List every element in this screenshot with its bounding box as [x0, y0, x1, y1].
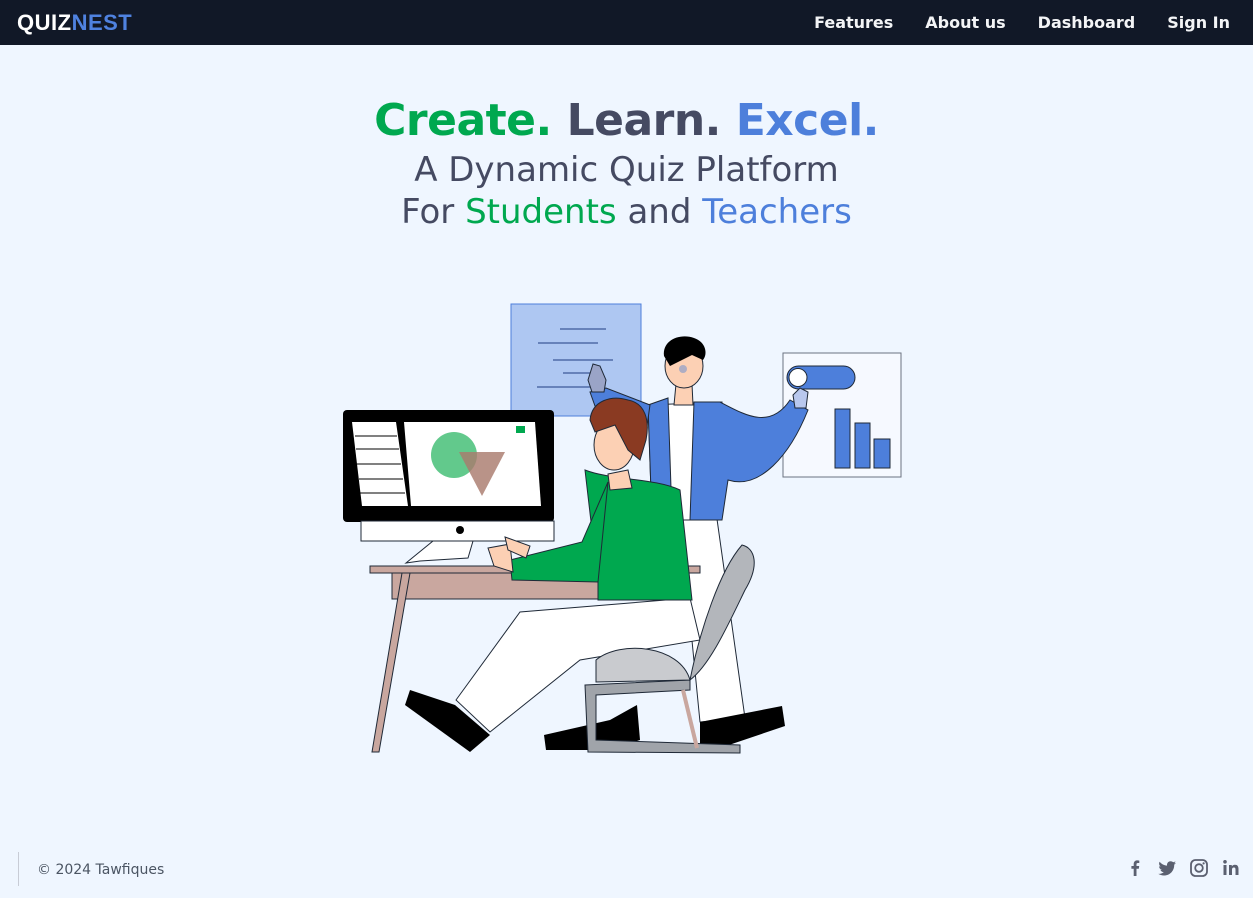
headline-excel: Excel.: [735, 95, 880, 146]
subtitle-teachers: Teachers: [702, 192, 852, 232]
nav-links: Features About us Dashboard Sign In: [814, 13, 1230, 32]
instagram-icon[interactable]: [1189, 858, 1209, 878]
nav-link-sign-in[interactable]: Sign In: [1167, 13, 1230, 32]
students-teacher-computer-illustration: [343, 303, 902, 754]
hero-subtitle-line1: A Dynamic Quiz Platform: [414, 150, 839, 190]
nav-link-about-us[interactable]: About us: [925, 13, 1005, 32]
top-navbar: QUIZNEST Features About us Dashboard Sig…: [0, 0, 1253, 45]
brand-text-nest: NEST: [71, 9, 133, 35]
subtitle-and: and: [627, 192, 692, 232]
hero-subtitle-line2: For Students and Teachers: [0, 191, 1253, 233]
linkedin-icon[interactable]: [1221, 858, 1241, 878]
headline-create: Create.: [374, 95, 552, 146]
hero-section: Create. Learn. Excel. A Dynamic Quiz Pla…: [0, 93, 1253, 233]
social-links: [1125, 858, 1241, 878]
brand-logo[interactable]: QUIZNEST: [17, 10, 132, 36]
headline-learn: Learn.: [566, 95, 722, 146]
nav-link-dashboard[interactable]: Dashboard: [1038, 13, 1136, 32]
subtitle-students: Students: [465, 192, 617, 232]
page-footer: © 2024 Tawfiques: [0, 840, 1253, 898]
footer-divider: [18, 852, 19, 886]
subtitle-for: For: [401, 192, 455, 232]
brand-text-quiz: QUIZ: [17, 9, 72, 35]
hero-headline: Create. Learn. Excel.: [0, 93, 1253, 149]
nav-link-features[interactable]: Features: [814, 13, 893, 32]
twitter-icon[interactable]: [1157, 858, 1177, 878]
facebook-icon[interactable]: [1125, 858, 1145, 878]
footer-copyright: © 2024 Tawfiques: [37, 862, 165, 878]
